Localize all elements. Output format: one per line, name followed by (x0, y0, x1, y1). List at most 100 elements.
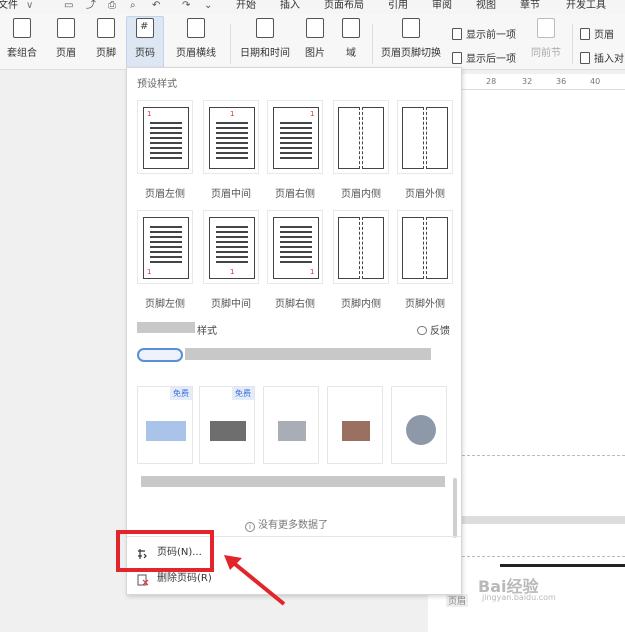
link-icon (537, 18, 555, 38)
header-button[interactable]: 页眉 (48, 18, 84, 59)
ribbon-divider (372, 24, 373, 64)
feedback-link[interactable]: 反馈 (417, 322, 450, 337)
category-pill[interactable] (137, 348, 183, 362)
show-previous-label: 显示前一项 (466, 30, 516, 41)
header-right-icon (580, 28, 590, 40)
preview-icon[interactable]: ⌕ (130, 1, 140, 11)
feedback-label: 反馈 (430, 326, 450, 337)
menu-home[interactable]: 开始 (236, 0, 256, 12)
header-right-label: 页眉 (594, 30, 614, 41)
picture-button[interactable]: 图片 (298, 18, 332, 59)
menu-file[interactable]: 文件 (0, 0, 18, 12)
blurred-preview (406, 415, 436, 445)
annotation-arrow-icon (224, 555, 286, 606)
menu-view[interactable]: 视图 (476, 0, 496, 12)
right-page-icon (426, 107, 448, 169)
page-preview-icon: 1 (143, 217, 189, 279)
page-preview-icon: 1 (273, 217, 319, 279)
menu-developer[interactable]: 开发工具 (566, 0, 606, 12)
ribbon-divider (572, 24, 573, 64)
show-next-button[interactable]: 显示后一项 (452, 50, 516, 65)
style-header-inside[interactable] (333, 100, 389, 174)
template-thumbnail[interactable]: 免费 (137, 386, 193, 464)
header-right-button[interactable]: 页眉 (580, 26, 614, 41)
page-preview-icon: 1 (273, 107, 319, 169)
style-footer-outside[interactable] (397, 210, 453, 284)
template-thumbnail[interactable] (327, 386, 383, 464)
right-page-icon (362, 107, 384, 169)
left-page-icon (338, 107, 360, 169)
free-badge: 免费 (170, 387, 192, 400)
dropdown-scrollbar[interactable] (453, 478, 457, 538)
delete-page-number-label: 删除页码(R) (157, 573, 212, 584)
page-number-label: 页码 (135, 48, 155, 59)
page-number-icon: # (136, 18, 154, 38)
right-page-icon (362, 217, 384, 279)
header-line-button[interactable]: 页眉横线 (168, 18, 224, 59)
chevron-down-icon[interactable]: ∨ (26, 0, 33, 12)
show-next-label: 显示后一项 (466, 54, 516, 65)
style-header-outside[interactable] (397, 100, 453, 174)
style-label: 页脚右侧 (275, 299, 315, 310)
combo-button[interactable]: 套组合 (0, 18, 44, 59)
free-badge: 免费 (232, 387, 254, 400)
menu-reference[interactable]: 引用 (388, 0, 408, 12)
save-icon[interactable]: ▭ (64, 1, 74, 11)
menu-page-layout[interactable]: 页面布局 (324, 0, 364, 12)
no-more-data-label: 没有更多数据了 (258, 520, 328, 531)
blurred-preview (278, 421, 306, 441)
footer-button[interactable]: 页脚 (88, 18, 124, 59)
menu-chapter[interactable]: 章节 (520, 0, 540, 12)
show-previous-button[interactable]: 显示前一项 (452, 26, 516, 41)
customize-icon[interactable]: ⌄ (204, 1, 214, 11)
style-header-center[interactable]: 1 (203, 100, 259, 174)
field-label: 域 (346, 48, 356, 59)
header-line (500, 564, 625, 567)
left-page-icon (402, 107, 424, 169)
ruler-tick: 40 (590, 77, 601, 86)
style-header-right[interactable]: 1 (267, 100, 323, 174)
ribbon-divider (230, 24, 231, 64)
date-time-label: 日期和时间 (240, 48, 290, 59)
date-time-button[interactable]: 日期和时间 (236, 18, 294, 59)
blurred-section-title (137, 322, 195, 333)
menu-review[interactable]: 审阅 (432, 0, 452, 12)
no-more-data: i 没有更多数据了 (245, 516, 328, 532)
header-footer-switch-button[interactable]: 页眉页脚切换 (378, 18, 444, 59)
highlight-box (116, 530, 214, 572)
menu-insert[interactable]: 插入 (280, 0, 300, 12)
blurred-preview (342, 421, 370, 441)
style-footer-left[interactable]: 1 (137, 210, 193, 284)
style-label: 页脚内侧 (341, 299, 381, 310)
style-footer-center[interactable]: 1 (203, 210, 259, 284)
insert-right-label: 插入对 (594, 54, 624, 65)
page-number-button[interactable]: # 页码 (126, 16, 164, 68)
template-thumbnail[interactable] (263, 386, 319, 464)
picture-label: 图片 (305, 48, 325, 59)
header-line-icon (187, 18, 205, 38)
calendar-icon (256, 18, 274, 38)
page-number-dropdown: 预设样式 1 1 1 页眉左侧 页眉中间 页眉右侧 页眉内侧 页眉外侧 1 1 … (126, 67, 462, 595)
header-line-label: 页眉横线 (176, 48, 216, 59)
field-button[interactable]: 域 (338, 18, 364, 59)
same-as-previous-label: 同前节 (531, 48, 561, 59)
template-thumbnail[interactable] (391, 386, 447, 464)
footer-icon (97, 18, 115, 38)
export-icon[interactable]: ⤴ (86, 1, 96, 11)
header-boundary (462, 556, 625, 557)
insert-right-button[interactable]: 插入对 (580, 50, 624, 65)
print-icon[interactable]: ⎙ (108, 1, 118, 11)
blurred-category-tabs (185, 348, 431, 360)
template-thumbnail[interactable]: 免费 (199, 386, 255, 464)
undo-icon[interactable]: ↶ (152, 1, 162, 11)
style-label: 页眉内侧 (341, 189, 381, 200)
page-preview-icon: 1 (209, 107, 255, 169)
style-footer-inside[interactable] (333, 210, 389, 284)
same-as-previous-button[interactable]: 同前节 (528, 18, 564, 59)
redo-icon[interactable]: ↷ (182, 1, 192, 11)
left-page-icon (338, 217, 360, 279)
style-footer-right[interactable]: 1 (267, 210, 323, 284)
style-header-left[interactable]: 1 (137, 100, 193, 174)
next-icon (452, 52, 462, 64)
combo-label: 套组合 (7, 48, 37, 59)
